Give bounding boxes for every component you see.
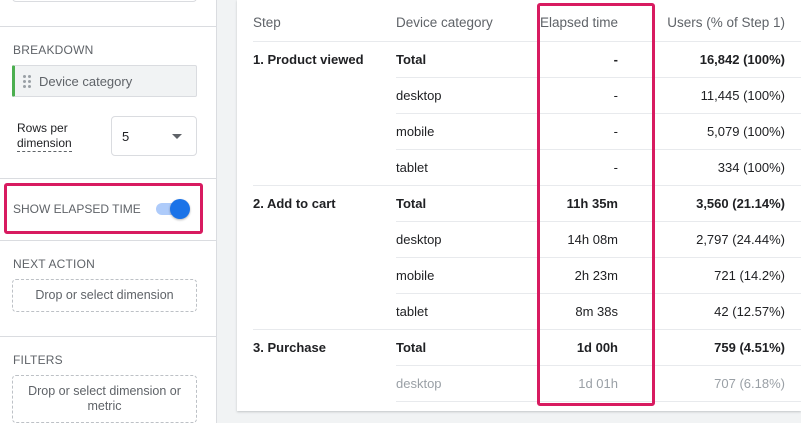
table-header-row: Step Device category Elapsed time Users …: [253, 4, 801, 42]
device-cell: mobile: [396, 113, 534, 150]
table-row: tablet - 334 (100%): [253, 149, 801, 186]
rows-per-dimension-label: Rows per dimension: [17, 121, 97, 152]
users-cell: 42 (12.57%): [634, 293, 801, 330]
settings-panel: BREAKDOWN Device category Rows per dimen…: [0, 0, 217, 423]
previous-field[interactable]: [12, 0, 197, 2]
breakdown-chip-label: Device category: [39, 73, 133, 89]
breakdown-label: BREAKDOWN: [13, 43, 94, 57]
table-row: mobile - 5,079 (100%): [253, 113, 801, 150]
next-action-label: NEXT ACTION: [13, 257, 95, 271]
table-row: desktop 14h 08m 2,797 (24.44%): [253, 221, 801, 258]
funnel-table: Step Device category Elapsed time Users …: [253, 4, 801, 402]
step-cell: 3. Purchase: [253, 339, 326, 355]
device-cell: tablet: [396, 149, 534, 186]
table-row: mobile 2h 23m 721 (14.2%): [253, 257, 801, 294]
users-cell: 16,842 (100%): [634, 41, 801, 78]
step-cell: 2. Add to cart: [253, 195, 336, 211]
dropdown-caret-icon: [172, 134, 182, 139]
step-cell: 1. Product viewed: [253, 51, 364, 67]
device-cell: Total: [396, 41, 534, 78]
device-cell: desktop: [396, 77, 534, 114]
divider: [0, 178, 217, 179]
funnel-table-card: Step Device category Elapsed time Users …: [237, 0, 801, 411]
users-cell: 11,445 (100%): [634, 77, 801, 114]
users-cell: 3,560 (21.14%): [634, 185, 801, 222]
filters-placeholder-line1: Drop or select dimension or: [28, 384, 181, 398]
table-row: desktop 1d 01h 707 (6.18%): [253, 365, 801, 402]
table-row: desktop - 11,445 (100%): [253, 77, 801, 114]
highlight-box-elapsed-column: [537, 3, 655, 406]
device-cell: Total: [396, 329, 534, 366]
highlight-box-toggle: [4, 183, 203, 234]
users-cell: 759 (4.51%): [634, 329, 801, 366]
step-cell: [253, 221, 396, 257]
filters-label: FILTERS: [13, 353, 63, 367]
rows-per-dimension-label-line2: dimension: [17, 136, 72, 152]
divider: [0, 240, 217, 241]
rows-per-dimension-select[interactable]: 5: [111, 116, 197, 156]
step-cell: [253, 113, 396, 149]
next-action-dropzone[interactable]: Drop or select dimension: [12, 279, 197, 312]
filters-dropzone[interactable]: Drop or select dimension or metric: [12, 375, 197, 423]
drag-handle-icon[interactable]: [23, 73, 31, 89]
device-cell: desktop: [396, 221, 534, 258]
table-row: tablet 8m 38s 42 (12.57%): [253, 293, 801, 330]
users-cell: 707 (6.18%): [634, 365, 801, 402]
users-cell: 5,079 (100%): [634, 113, 801, 150]
users-cell: 334 (100%): [634, 149, 801, 186]
step-cell: [253, 365, 396, 401]
divider: [0, 336, 217, 337]
filters-placeholder: Drop or select dimension or metric: [28, 384, 181, 414]
table-row: 2. Add to cart Total 11h 35m 3,560 (21.1…: [253, 185, 801, 222]
step-cell: [253, 77, 396, 113]
step-cell: [253, 149, 396, 186]
step-cell: [253, 257, 396, 293]
column-header-step[interactable]: Step: [253, 4, 396, 42]
table-row: 1. Product viewed Total - 16,842 (100%): [253, 41, 801, 78]
column-header-device-category[interactable]: Device category: [396, 4, 534, 42]
rows-per-dimension-value: 5: [122, 128, 130, 144]
divider: [0, 26, 217, 27]
step-cell: [253, 293, 396, 330]
device-cell: Total: [396, 185, 534, 222]
table-row: 3. Purchase Total 1d 00h 759 (4.51%): [253, 329, 801, 366]
rows-per-dimension-label-line1: Rows per: [17, 121, 68, 135]
device-cell: desktop: [396, 365, 534, 402]
device-cell: mobile: [396, 257, 534, 294]
filters-placeholder-line2: metric: [87, 399, 122, 413]
users-cell: 721 (14.2%): [634, 257, 801, 294]
device-cell: tablet: [396, 293, 534, 330]
breakdown-chip[interactable]: Device category: [12, 65, 197, 97]
next-action-placeholder: Drop or select dimension: [35, 288, 174, 302]
users-cell: 2,797 (24.44%): [634, 221, 801, 258]
column-header-users[interactable]: Users (% of Step 1): [634, 4, 801, 42]
